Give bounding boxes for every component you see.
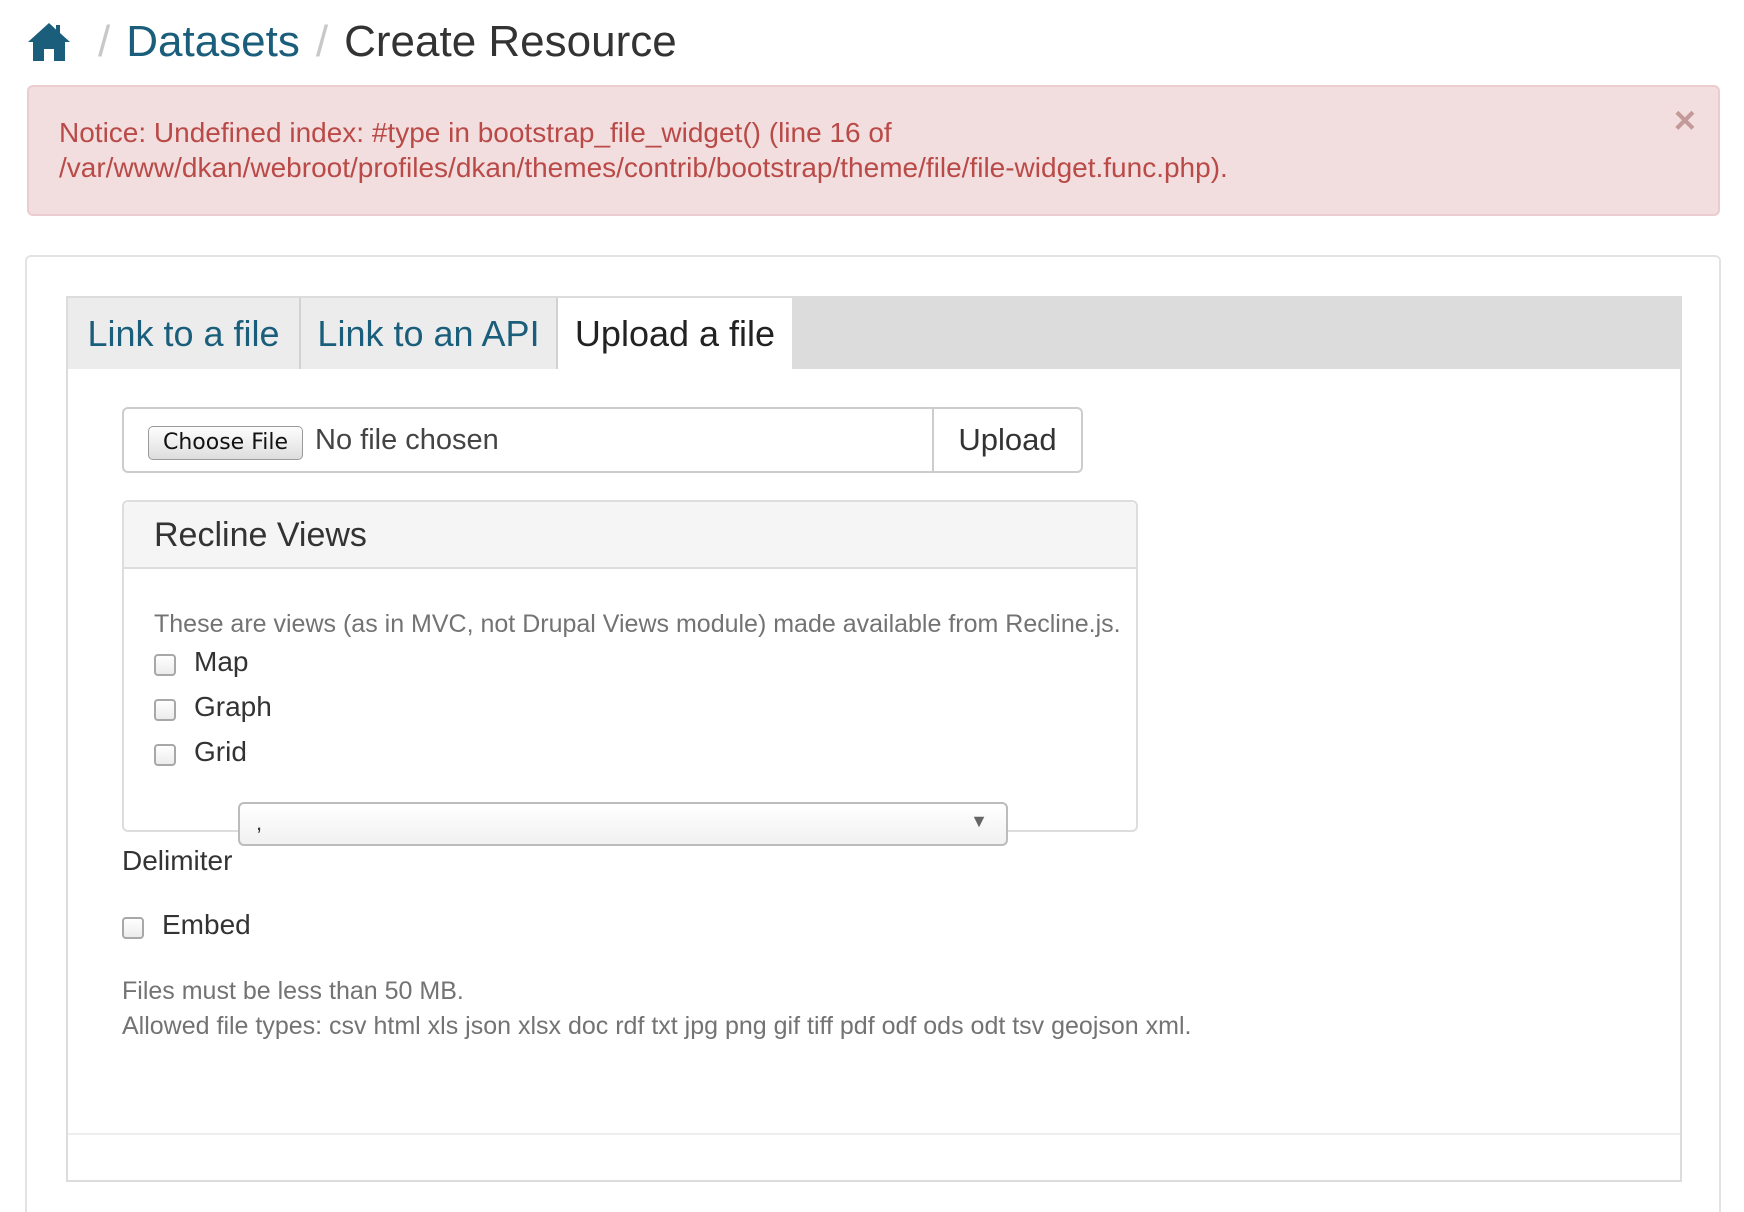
checkbox-graph[interactable]: Graph bbox=[154, 691, 272, 723]
breadcrumb-separator: / bbox=[98, 17, 111, 66]
delimiter-select[interactable]: , ▼ bbox=[238, 802, 1008, 846]
checkbox-map-label: Map bbox=[194, 646, 249, 677]
recline-views-description: These are views (as in MVC, not Drupal V… bbox=[154, 610, 1121, 638]
breadcrumb-separator: / bbox=[315, 17, 329, 66]
checkbox-graph-label: Graph bbox=[194, 691, 272, 722]
tab-bar: Link to a file Link to an API Upload a f… bbox=[68, 298, 1680, 369]
checkbox-grid-label: Grid bbox=[194, 736, 247, 767]
close-icon[interactable]: × bbox=[1674, 101, 1696, 141]
file-input[interactable]: Choose File No file chosen bbox=[124, 409, 934, 471]
checkbox-embed-box[interactable] bbox=[122, 917, 144, 939]
resource-source-tabs: Link to a file Link to an API Upload a f… bbox=[66, 296, 1682, 1182]
checkbox-embed[interactable]: Embed bbox=[122, 909, 251, 941]
checkbox-grid-box[interactable] bbox=[154, 744, 176, 766]
breadcrumb-datasets-link[interactable]: Datasets bbox=[126, 14, 300, 70]
recline-views-title: Recline Views bbox=[124, 502, 1136, 569]
file-types-help: Allowed file types: csv html xls json xl… bbox=[122, 1012, 1192, 1040]
breadcrumb: / Datasets / Create Resource bbox=[26, 14, 677, 70]
breadcrumb-current-page: Create Resource bbox=[344, 17, 677, 66]
home-icon[interactable] bbox=[26, 20, 72, 64]
tab-link-to-api[interactable]: Link to an API bbox=[301, 298, 558, 369]
error-alert: Notice: Undefined index: #type in bootst… bbox=[27, 85, 1720, 216]
recline-views-panel: Recline Views These are views (as in MVC… bbox=[122, 500, 1138, 832]
checkbox-graph-box[interactable] bbox=[154, 699, 176, 721]
alert-message-line-1: Notice: Undefined index: #type in bootst… bbox=[59, 117, 892, 148]
alert-message-line-2: /var/www/dkan/webroot/profiles/dkan/them… bbox=[59, 152, 1228, 183]
file-upload-group: Choose File No file chosen Upload bbox=[122, 407, 1083, 473]
divider bbox=[68, 1133, 1680, 1135]
tab-upload-file[interactable]: Upload a file bbox=[558, 298, 794, 369]
dropdown-arrow-icon: ▼ bbox=[970, 811, 988, 831]
file-help-text: Files must be less than 50 MB. Allowed f… bbox=[122, 974, 1191, 1044]
checkbox-map-box[interactable] bbox=[154, 654, 176, 676]
delimiter-label: Delimiter bbox=[122, 845, 233, 876]
tab-link-to-file[interactable]: Link to a file bbox=[68, 298, 301, 369]
choose-file-button[interactable]: Choose File bbox=[148, 426, 304, 460]
delimiter-selected-value: , bbox=[256, 810, 263, 835]
checkbox-embed-label: Embed bbox=[162, 909, 251, 940]
upload-button[interactable]: Upload bbox=[934, 409, 1081, 471]
file-size-help: Files must be less than 50 MB. bbox=[122, 977, 464, 1005]
checkbox-map[interactable]: Map bbox=[154, 646, 248, 678]
tab-panel-upload: Choose File No file chosen Upload Reclin… bbox=[68, 369, 1680, 1180]
checkbox-grid[interactable]: Grid bbox=[154, 736, 247, 768]
file-status-text: No file chosen bbox=[315, 423, 499, 456]
